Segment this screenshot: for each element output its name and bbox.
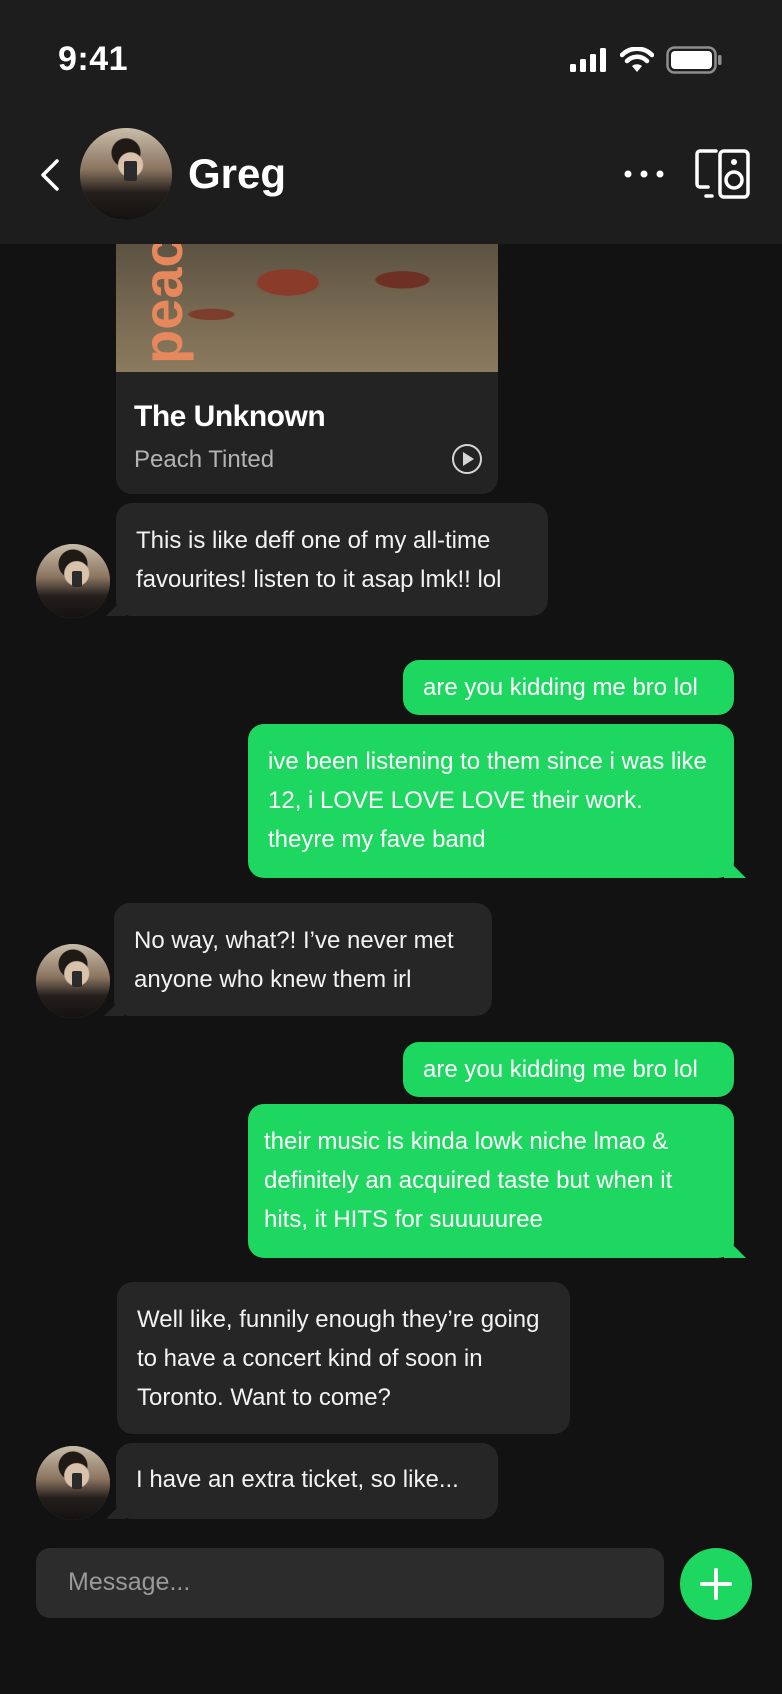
contact-avatar-small — [36, 544, 110, 618]
contact-name[interactable]: Greg — [188, 150, 286, 198]
wifi-icon — [620, 47, 654, 72]
signal-icon — [570, 48, 606, 72]
message-input-placeholder: Message... — [68, 1568, 191, 1596]
back-chevron-icon[interactable] — [38, 158, 62, 192]
album-title: The Unknown — [134, 400, 326, 433]
album-cover: peac — [116, 244, 498, 372]
contact-avatar-small — [36, 944, 110, 1018]
status-icons — [570, 46, 722, 74]
play-icon[interactable] — [452, 444, 482, 474]
message-input[interactable]: Message... — [36, 1548, 664, 1618]
message-incoming[interactable]: I have an extra ticket, so like... — [116, 1443, 498, 1519]
album-cover-text: peac — [131, 244, 194, 364]
message-outgoing[interactable]: are you kidding me bro lol — [403, 1042, 734, 1097]
contact-avatar-small — [36, 1446, 110, 1520]
message-outgoing[interactable]: ive been listening to them since i was l… — [248, 724, 734, 878]
top-bar: 9:41 Greg — [0, 0, 782, 244]
message-outgoing[interactable]: their music is kinda lowk niche lmao & d… — [248, 1104, 734, 1258]
message-incoming[interactable]: Well like, funnily enough they’re going … — [117, 1282, 570, 1434]
album-artist: Peach Tinted — [134, 446, 275, 473]
plus-icon[interactable] — [680, 1548, 752, 1620]
devices-speaker-icon[interactable] — [694, 148, 752, 200]
battery-icon — [666, 46, 722, 74]
message-incoming[interactable]: No way, what?! I’ve never met anyone who… — [114, 903, 492, 1016]
contact-avatar[interactable] — [80, 128, 172, 220]
message-outgoing[interactable]: are you kidding me bro lol — [403, 660, 734, 715]
status-time: 9:41 — [58, 40, 129, 78]
shared-album-card[interactable]: peac The Unknown Peach Tinted — [116, 244, 498, 494]
message-incoming[interactable]: This is like deff one of my all-time fav… — [116, 503, 548, 616]
more-options-icon[interactable] — [622, 168, 666, 180]
